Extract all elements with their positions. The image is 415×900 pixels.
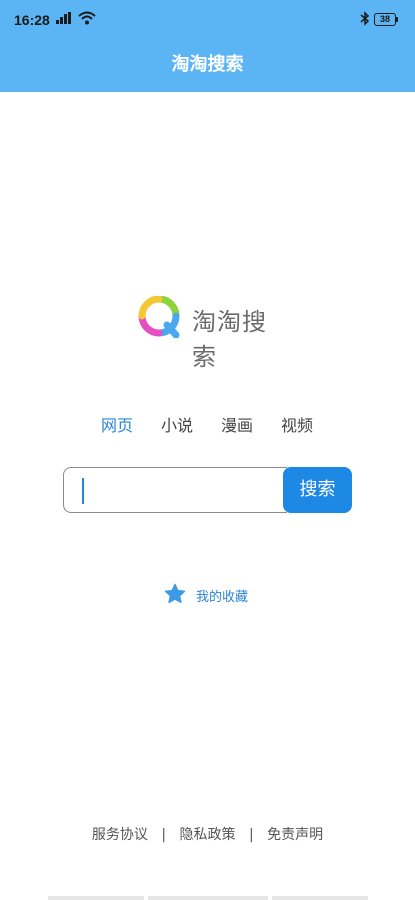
tab-videos[interactable]: 视频 <box>281 412 313 436</box>
search-button[interactable]: 搜索 <box>283 467 352 513</box>
terms-of-service-link[interactable]: 服务协议 <box>92 824 148 844</box>
bluetooth-icon <box>360 11 370 30</box>
favorites-label: 我的收藏 <box>196 590 249 605</box>
disclaimer-link[interactable]: 免责声明 <box>267 824 323 844</box>
star-icon <box>164 583 186 609</box>
app-logo: 淘淘搜索 <box>138 295 288 371</box>
text-caret <box>82 478 84 504</box>
battery-icon: 38 <box>374 13 398 26</box>
search-type-tabs: 网页 小说 漫画 视频 <box>101 412 331 436</box>
search-field[interactable] <box>63 467 287 513</box>
footer-separator: | <box>161 827 167 843</box>
signal-icon <box>56 12 72 28</box>
battery-level: 38 <box>379 14 390 24</box>
footer-separator: | <box>248 827 254 843</box>
tab-comics[interactable]: 漫画 <box>221 412 253 436</box>
logo-text: 淘淘搜索 <box>192 308 267 371</box>
app-header: 16:28 38 淘淘搜索 <box>0 0 415 92</box>
logo-q-icon <box>138 295 182 342</box>
tab-novels[interactable]: 小说 <box>161 412 193 436</box>
status-bar: 16:28 38 <box>0 0 415 38</box>
footer-links: 服务协议 | 隐私政策 | 免责声明 <box>0 824 415 844</box>
privacy-policy-link[interactable]: 隐私政策 <box>180 824 236 844</box>
tab-web[interactable]: 网页 <box>101 412 133 436</box>
status-time: 16:28 <box>14 12 50 28</box>
wifi-icon <box>78 11 96 29</box>
search-input[interactable] <box>78 474 278 508</box>
page-title: 淘淘搜索 <box>171 54 244 75</box>
bottom-nav-hint <box>48 896 368 900</box>
search-bar: 搜索 <box>63 467 352 513</box>
